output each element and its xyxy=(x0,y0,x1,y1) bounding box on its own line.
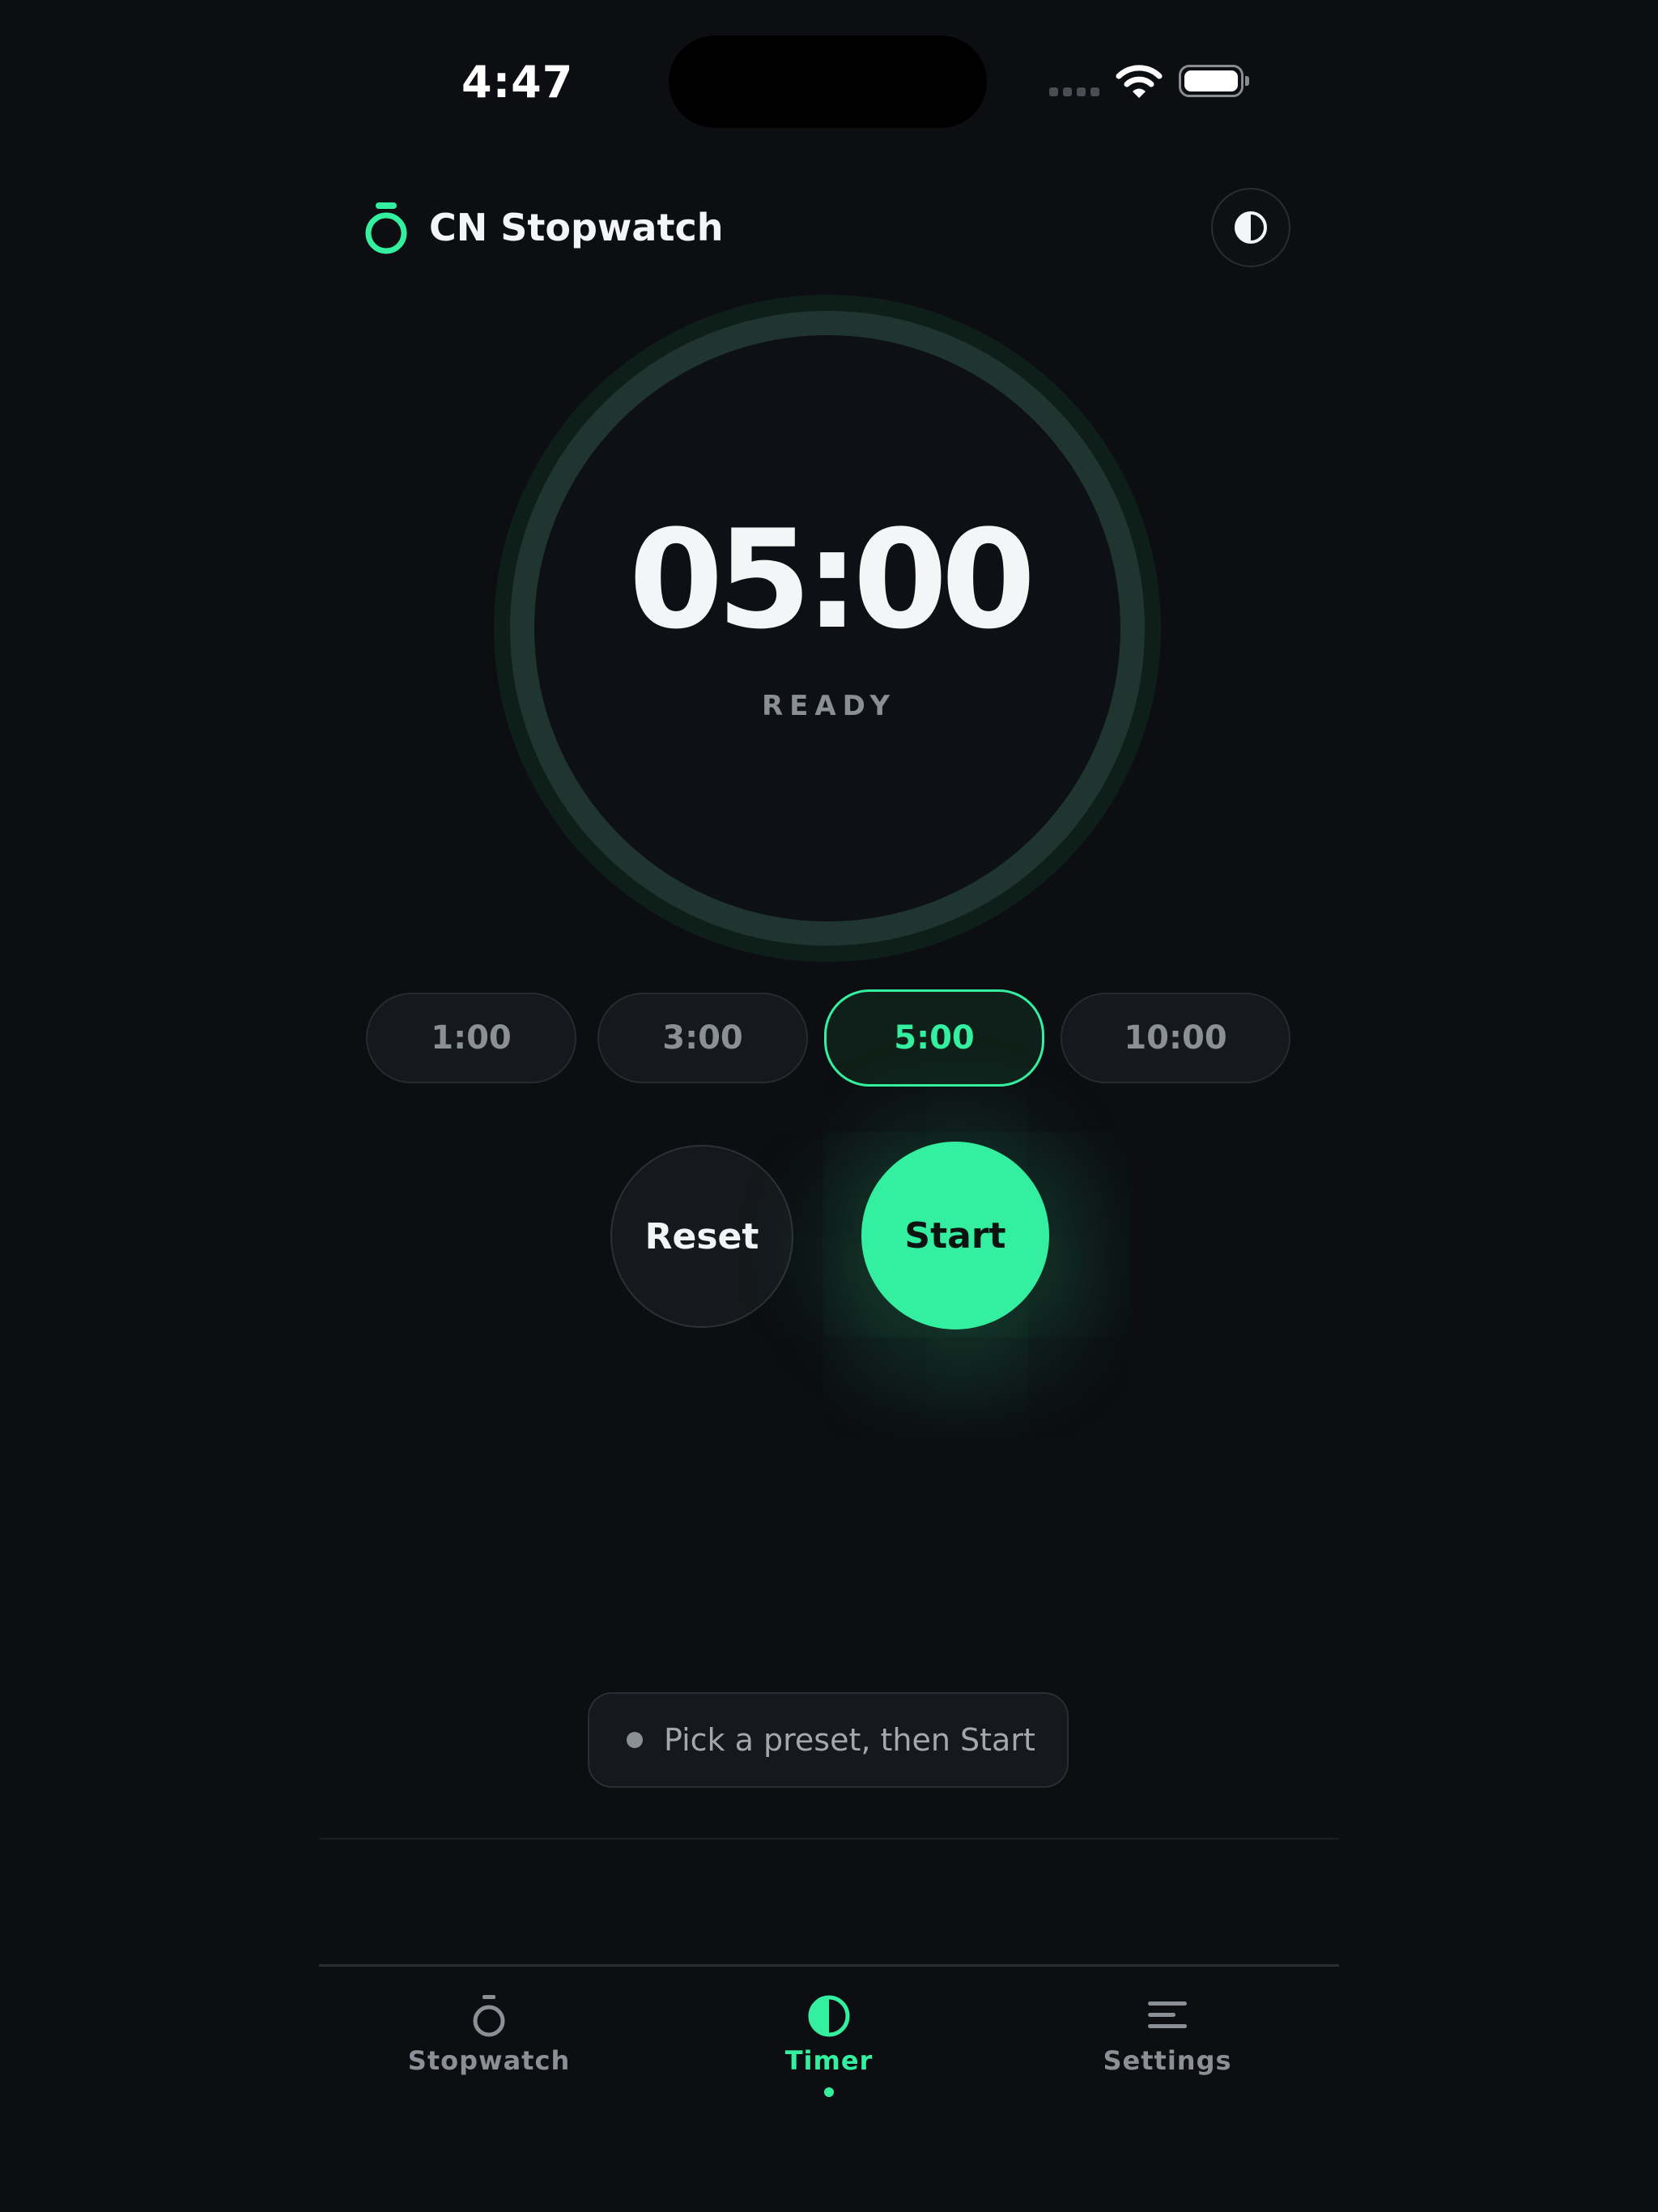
status-bar-time: 4:47 xyxy=(461,57,574,108)
active-tab-indicator xyxy=(824,2087,834,2097)
app-title: CN Stopwatch xyxy=(429,206,724,249)
timer-icon xyxy=(808,1995,850,2037)
hint-text: Pick a preset, then Start xyxy=(664,1722,1035,1758)
preset-10-min-button[interactable]: 10:00 xyxy=(1061,993,1290,1083)
preset-5-min-button[interactable]: 5:00 xyxy=(824,989,1044,1087)
tab-settings[interactable]: Settings xyxy=(1046,1993,1289,2076)
hint-dot-icon xyxy=(627,1732,643,1748)
dynamic-island xyxy=(669,36,987,128)
preset-1-min-button[interactable]: 1:00 xyxy=(366,993,576,1083)
timer-display: 05:00 xyxy=(628,500,1036,659)
start-button[interactable]: Start xyxy=(861,1142,1049,1329)
hint-pill: Pick a preset, then Start xyxy=(588,1692,1069,1788)
tab-settings-label: Settings xyxy=(1103,2045,1232,2076)
timer-state-label: READY xyxy=(761,690,897,722)
theme-toggle-button[interactable] xyxy=(1211,188,1290,267)
tab-timer[interactable]: Timer xyxy=(708,1993,950,2097)
content-divider xyxy=(319,1838,1339,1840)
menu-lines-icon xyxy=(1148,2001,1187,2028)
tab-timer-label: Timer xyxy=(784,2045,874,2076)
stopwatch-icon xyxy=(473,1995,505,2037)
tab-stopwatch-label: Stopwatch xyxy=(407,2045,571,2076)
battery-icon xyxy=(1179,65,1249,97)
stopwatch-icon xyxy=(365,202,407,254)
contrast-icon xyxy=(1235,211,1267,244)
cellular-signal-icon xyxy=(1049,87,1099,96)
tab-bar-divider xyxy=(319,1964,1339,1967)
preset-3-min-button[interactable]: 3:00 xyxy=(597,993,808,1083)
tab-stopwatch[interactable]: Stopwatch xyxy=(368,1993,610,2076)
timer-screen: 4:47 CN Stopwatch 05:00 READY 1:00 3:00 … xyxy=(0,0,1658,2212)
reset-button[interactable]: Reset xyxy=(610,1145,793,1328)
wifi-icon xyxy=(1116,65,1163,98)
